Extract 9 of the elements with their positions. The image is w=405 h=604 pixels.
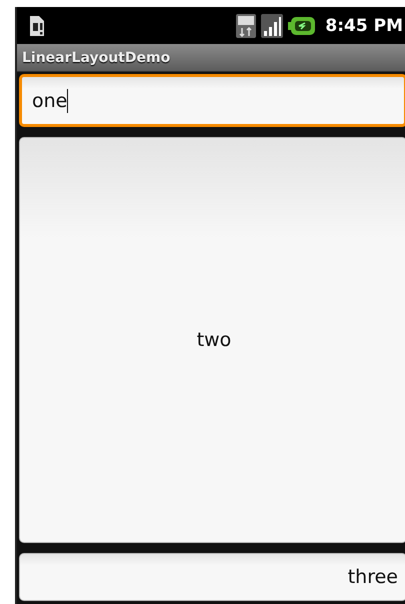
signal-icon (261, 14, 284, 38)
text-field[interactable]: two (19, 137, 405, 543)
sim-warning-icon (27, 14, 45, 36)
battery-icon (288, 16, 316, 36)
app-title: LinearLayoutDemo (22, 50, 170, 66)
text-cursor (67, 88, 68, 112)
text-field[interactable]: three (19, 553, 405, 601)
status-time: 8:45 PM (325, 16, 403, 36)
text-field[interactable]: one (19, 74, 405, 127)
